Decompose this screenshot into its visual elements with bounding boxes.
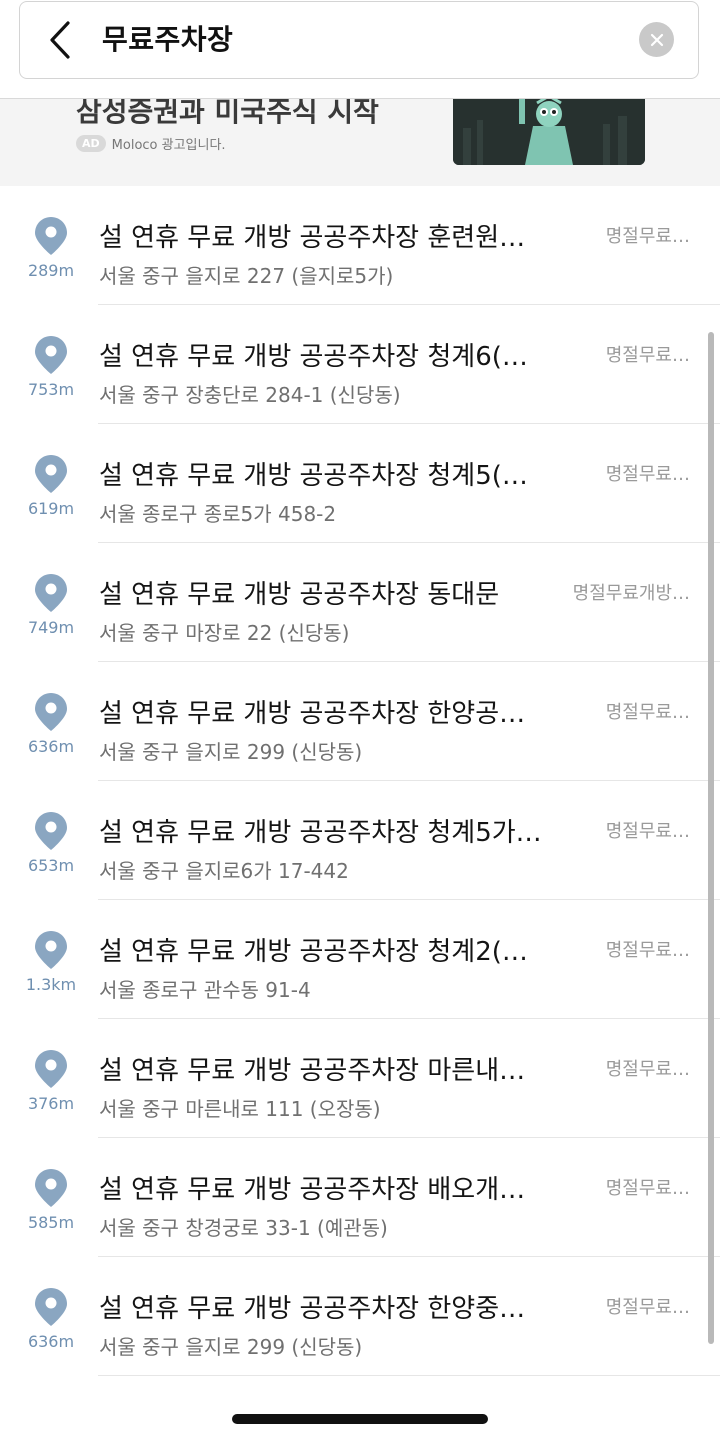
result-tag: 명절무료… — [605, 702, 690, 723]
result-title: 설 연휴 무료 개방 공공주차장 훈련원… — [99, 223, 526, 253]
result-tag: 명절무료… — [605, 821, 690, 842]
result-item[interactable]: 749m 설 연휴 무료 개방 공공주차장 동대문 명절무료개방… 서울 중구 … — [0, 543, 720, 662]
search-header: 무료주차장 — [0, 0, 720, 99]
result-tag: 명절무료… — [605, 345, 690, 366]
result-address: 서울 종로구 관수동 91-4 — [99, 978, 311, 1002]
location-pin-icon — [35, 217, 67, 255]
scrollbar[interactable] — [708, 332, 714, 1344]
result-address: 서울 중구 장충단로 284-1 (신당동) — [99, 383, 401, 407]
search-bar[interactable]: 무료주차장 — [19, 1, 699, 79]
ad-title: 삼성증권과 미국주식 시작 — [76, 98, 379, 128]
result-distance: 376m — [27, 1094, 75, 1113]
result-tag: 명절무료… — [605, 1178, 690, 1199]
result-distance: 753m — [27, 380, 75, 399]
result-item[interactable]: 753m 설 연휴 무료 개방 공공주차장 청계6(… 명절무료… 서울 중구 … — [0, 305, 720, 424]
search-input[interactable]: 무료주차장 — [102, 2, 233, 78]
result-item[interactable]: 376m 설 연휴 무료 개방 공공주차장 마른내… 명절무료… 서울 중구 마… — [0, 1019, 720, 1138]
result-tag: 명절무료… — [605, 940, 690, 961]
result-tag: 명절무료… — [605, 226, 690, 247]
result-distance: 1.3km — [25, 975, 77, 994]
location-pin-icon — [35, 1050, 67, 1088]
result-title: 설 연휴 무료 개방 공공주차장 청계2(… — [99, 937, 528, 967]
result-address: 서울 중구 을지로 299 (신당동) — [99, 1335, 363, 1359]
result-title: 설 연휴 무료 개방 공공주차장 청계5가… — [99, 818, 542, 848]
result-distance: 636m — [27, 1332, 75, 1351]
close-icon — [650, 33, 663, 46]
result-item[interactable]: 289m 설 연휴 무료 개방 공공주차장 훈련원… 명절무료… 서울 중구 을… — [0, 186, 720, 305]
result-title: 설 연휴 무료 개방 공공주차장 배오개… — [99, 1175, 526, 1205]
result-address: 서울 중구 창경궁로 33-1 (예관동) — [99, 1216, 388, 1240]
result-title: 설 연휴 무료 개방 공공주차장 청계6(… — [99, 342, 528, 372]
ad-badge: AD — [76, 135, 106, 152]
location-pin-icon — [35, 336, 67, 374]
clear-search-button[interactable] — [639, 22, 674, 57]
results-list: 289m 설 연휴 무료 개방 공공주차장 훈련원… 명절무료… 서울 중구 을… — [0, 186, 720, 1376]
ad-advertiser: Moloco 광고입니다. — [111, 138, 226, 153]
result-tag: 명절무료… — [605, 464, 690, 485]
result-item[interactable]: 619m 설 연휴 무료 개방 공공주차장 청계5(… 명절무료… 서울 종로구… — [0, 424, 720, 543]
result-distance: 636m — [27, 737, 75, 756]
statue-of-liberty-illustration — [453, 98, 645, 165]
location-pin-icon — [35, 455, 67, 493]
result-title: 설 연휴 무료 개방 공공주차장 청계5(… — [99, 461, 528, 491]
result-distance: 585m — [27, 1213, 75, 1232]
location-pin-icon — [35, 574, 67, 612]
result-distance: 653m — [27, 856, 75, 875]
result-title: 설 연휴 무료 개방 공공주차장 한양공… — [99, 699, 526, 729]
chevron-left-icon — [50, 21, 70, 59]
result-item[interactable]: 653m 설 연휴 무료 개방 공공주차장 청계5가… 명절무료… 서울 중구 … — [0, 781, 720, 900]
home-indicator[interactable] — [232, 1414, 488, 1424]
result-tag: 명절무료… — [605, 1059, 690, 1080]
back-button[interactable] — [42, 20, 78, 60]
result-address: 서울 중구 을지로6가 17-442 — [99, 859, 349, 883]
result-address: 서울 중구 마장로 22 (신당동) — [99, 621, 350, 645]
ad-banner[interactable]: 삼성증권과 미국주식 시작 AD Moloco 광고입니다. — [0, 98, 720, 186]
result-item[interactable]: 1.3km 설 연휴 무료 개방 공공주차장 청계2(… 명절무료… 서울 종로… — [0, 900, 720, 1019]
result-distance: 619m — [27, 499, 75, 518]
result-item[interactable]: 636m 설 연휴 무료 개방 공공주차장 한양중… 명절무료… 서울 중구 을… — [0, 1257, 720, 1376]
location-pin-icon — [35, 931, 67, 969]
result-item[interactable]: 585m 설 연휴 무료 개방 공공주차장 배오개… 명절무료… 서울 중구 창… — [0, 1138, 720, 1257]
result-tag: 명절무료개방… — [572, 583, 690, 604]
result-title: 설 연휴 무료 개방 공공주차장 한양중… — [99, 1294, 526, 1324]
result-address: 서울 중구 을지로 299 (신당동) — [99, 740, 363, 764]
result-address: 서울 중구 마른내로 111 (오장동) — [99, 1097, 381, 1121]
result-tag: 명절무료… — [605, 1297, 690, 1318]
result-address: 서울 종로구 종로5가 458-2 — [99, 502, 337, 526]
location-pin-icon — [35, 1169, 67, 1207]
result-title: 설 연휴 무료 개방 공공주차장 동대문 — [99, 580, 500, 610]
result-distance: 749m — [27, 618, 75, 637]
ad-image — [453, 98, 645, 165]
location-pin-icon — [35, 1288, 67, 1326]
location-pin-icon — [35, 693, 67, 731]
result-distance: 289m — [27, 261, 75, 280]
result-address: 서울 중구 을지로 227 (을지로5가) — [99, 264, 394, 288]
location-pin-icon — [35, 812, 67, 850]
result-title: 설 연휴 무료 개방 공공주차장 마른내… — [99, 1056, 526, 1086]
ad-meta: AD Moloco 광고입니다. — [76, 134, 226, 153]
result-item[interactable]: 636m 설 연휴 무료 개방 공공주차장 한양공… 명절무료… 서울 중구 을… — [0, 662, 720, 781]
